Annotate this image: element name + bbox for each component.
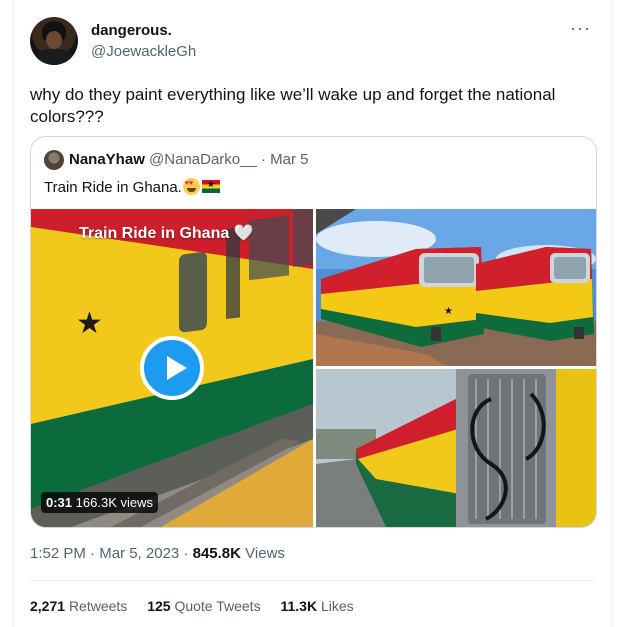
heart-eyes-emoji-icon <box>182 178 200 195</box>
ghana-flag-emoji-icon <box>201 179 220 193</box>
meta-separator-2: · <box>183 545 189 562</box>
avatar-face <box>46 31 62 49</box>
train-door-image <box>316 369 596 527</box>
quoted-text: Train Ride in Ghana. <box>44 179 182 196</box>
photo-trains-front[interactable]: ★ <box>316 209 596 366</box>
tweet-time[interactable]: 1:52 PM <box>30 545 86 562</box>
meta-separator: · <box>90 545 96 562</box>
quoted-header: NanaYhaw @NanaDarko__ · Mar 5 <box>69 151 309 168</box>
views-label: Views <box>245 545 285 562</box>
engagement-stats: 2,271 Retweets 125 Quote Tweets 11.3K Li… <box>30 598 370 614</box>
likes-label: Likes <box>320 598 354 614</box>
likes-stat[interactable]: 11.3K Likes <box>280 598 353 614</box>
svg-text:★: ★ <box>444 306 453 317</box>
retweets-count: 2,271 <box>30 598 66 614</box>
quote-tweets-count: 125 <box>147 598 171 614</box>
divider-top <box>30 580 597 581</box>
quoted-author-handle[interactable]: @NanaDarko__ <box>149 151 257 168</box>
quoted-tweet[interactable]: NanaYhaw @NanaDarko__ · Mar 5 Train Ride… <box>30 136 597 528</box>
tweet-date[interactable]: Mar 5, 2023 <box>99 545 179 562</box>
author-name[interactable]: dangerous. <box>91 22 172 39</box>
tweet-text: why do they paint everything like we’ll … <box>30 85 556 126</box>
tweet-meta: 1:52 PM · Mar 5, 2023 · 845.8K Views <box>30 545 285 562</box>
quoted-text-row: Train Ride in Ghana. <box>44 178 220 196</box>
media-grid: ★ Train Ride in Ghana 🤍 0:31 166.3K view… <box>31 209 596 527</box>
likes-count: 11.3K <box>280 598 318 614</box>
photo-train-door[interactable] <box>316 369 596 527</box>
svg-text:★: ★ <box>76 306 103 341</box>
quote-tweets-label: Quote Tweets <box>174 598 261 614</box>
trains-front-image: ★ <box>316 209 596 366</box>
play-button-icon[interactable] <box>140 336 204 400</box>
retweets-label: Retweets <box>68 598 128 614</box>
retweets-stat[interactable]: 2,271 Retweets <box>30 598 127 614</box>
video-player[interactable]: ★ Train Ride in Ghana 🤍 0:31 166.3K view… <box>31 209 313 527</box>
more-options-button[interactable]: ··· <box>570 18 591 39</box>
quoted-separator: · <box>261 151 266 168</box>
quoted-author-name[interactable]: NanaYhaw <box>69 151 145 168</box>
quote-tweets-stat[interactable]: 125 Quote Tweets <box>147 598 260 614</box>
author-handle[interactable]: @JoewackleGh <box>91 43 196 60</box>
avatar[interactable] <box>30 17 78 65</box>
video-caption: Train Ride in Ghana 🤍 <box>79 225 254 242</box>
video-stats-badge: 0:31 166.3K views <box>41 492 158 513</box>
avatar-body <box>36 49 72 65</box>
quoted-date[interactable]: Mar 5 <box>270 151 308 168</box>
views-count: 845.8K <box>192 545 241 562</box>
video-views: 166.3K views <box>75 495 153 510</box>
frame-border-right <box>611 0 612 627</box>
quoted-avatar[interactable] <box>44 150 64 170</box>
frame-border-left <box>13 0 14 627</box>
video-duration: 0:31 <box>46 495 73 510</box>
